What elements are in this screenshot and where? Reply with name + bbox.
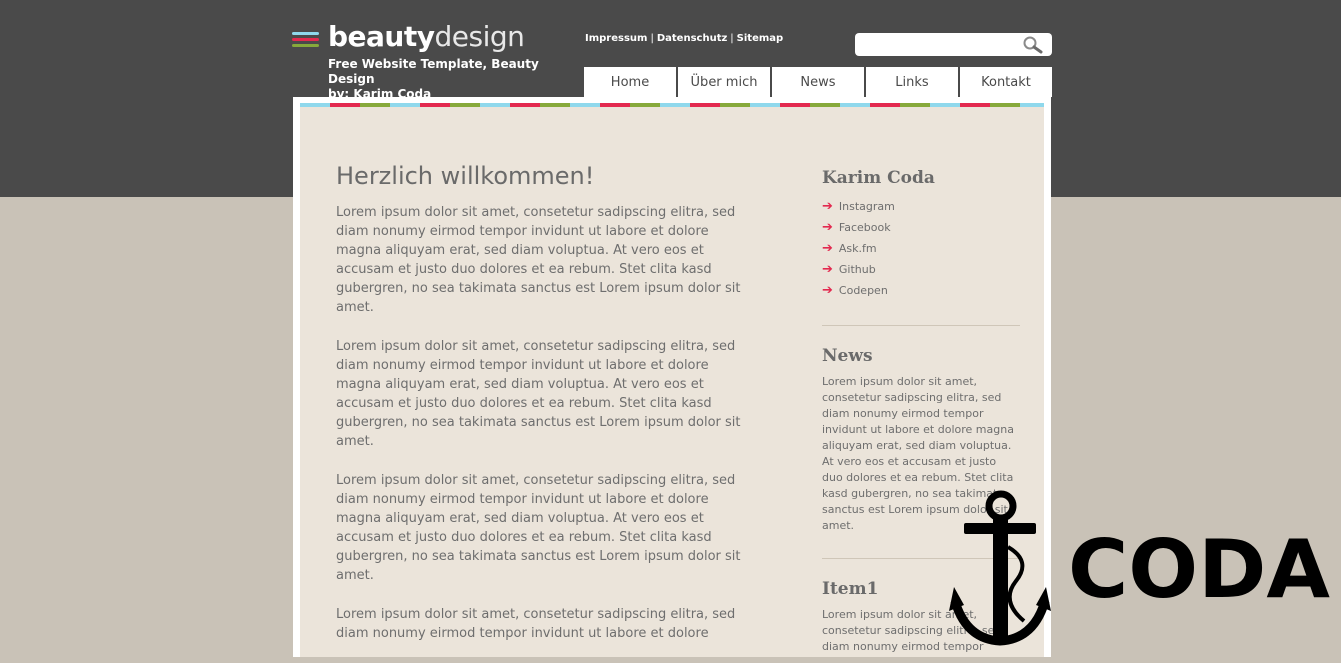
coda-watermark-logo: CODA (949, 490, 1330, 646)
coda-wordmark: CODA (1068, 523, 1330, 616)
social-links-list: ➔ Instagram ➔ Facebook ➔ Ask.fm ➔ Github ➔ Co… (822, 196, 1020, 301)
sidebar-link-instagram[interactable]: ➔ Instagram (822, 196, 1020, 217)
nav-item-ueber-mich[interactable]: Über mich (678, 67, 770, 97)
nav-item-links[interactable]: Links (866, 67, 958, 97)
nav-item-news[interactable]: News (772, 67, 864, 97)
link-sitemap[interactable]: Sitemap (737, 33, 784, 44)
link-separator: | (730, 33, 734, 44)
arrow-right-icon: ➔ (822, 199, 833, 214)
link-impressum[interactable]: Impressum (585, 33, 647, 44)
main-paragraph: Lorem ipsum dolor sit amet, consetetur s… (336, 473, 741, 583)
link-separator: | (650, 33, 654, 44)
arrow-right-icon: ➔ (822, 262, 833, 277)
main-paragraph: Lorem ipsum dolor sit amet, consetetur s… (336, 607, 736, 641)
color-stripe-divider (300, 103, 1044, 107)
logo-wordmark: beautydesign (328, 20, 525, 53)
search-box (855, 33, 1052, 56)
page-title: Herzlich willkommen! (336, 162, 595, 190)
main-nav: Home Über mich News Links Kontakt (584, 67, 1052, 97)
main-paragraph: Lorem ipsum dolor sit amet, consetetur s… (336, 205, 741, 315)
sidebar-divider (822, 325, 1020, 326)
main-paragraph: Lorem ipsum dolor sit amet, consetetur s… (336, 339, 741, 449)
arrow-right-icon: ➔ (822, 241, 833, 256)
sidebar-link-github[interactable]: ➔ Github (822, 259, 1020, 280)
sidebar-link-codepen[interactable]: ➔ Codepen (822, 280, 1020, 301)
sidebar-profile-title: Karim Coda (822, 168, 935, 188)
nav-item-home[interactable]: Home (584, 67, 676, 97)
search-input[interactable] (861, 36, 1015, 54)
color-lines-icon (292, 32, 319, 50)
sidebar-link-facebook[interactable]: ➔ Facebook (822, 217, 1020, 238)
search-icon[interactable] (1022, 36, 1044, 54)
main-content: Herzlich willkommen! Lorem ipsum dolor s… (336, 162, 756, 663)
top-links: Impressum | Datenschutz | Sitemap (585, 33, 783, 44)
arrow-right-icon: ➔ (822, 220, 833, 235)
sidebar-news-title: News (822, 346, 873, 366)
link-datenschutz[interactable]: Datenschutz (657, 33, 727, 44)
anchor-icon (949, 490, 1051, 646)
sidebar-link-askfm[interactable]: ➔ Ask.fm (822, 238, 1020, 259)
site-tagline: Free Website Template, Beauty Design by:… (328, 57, 578, 102)
nav-item-kontakt[interactable]: Kontakt (960, 67, 1052, 97)
tagline-line1: Free Website Template, Beauty Design (328, 57, 539, 86)
arrow-right-icon: ➔ (822, 283, 833, 298)
